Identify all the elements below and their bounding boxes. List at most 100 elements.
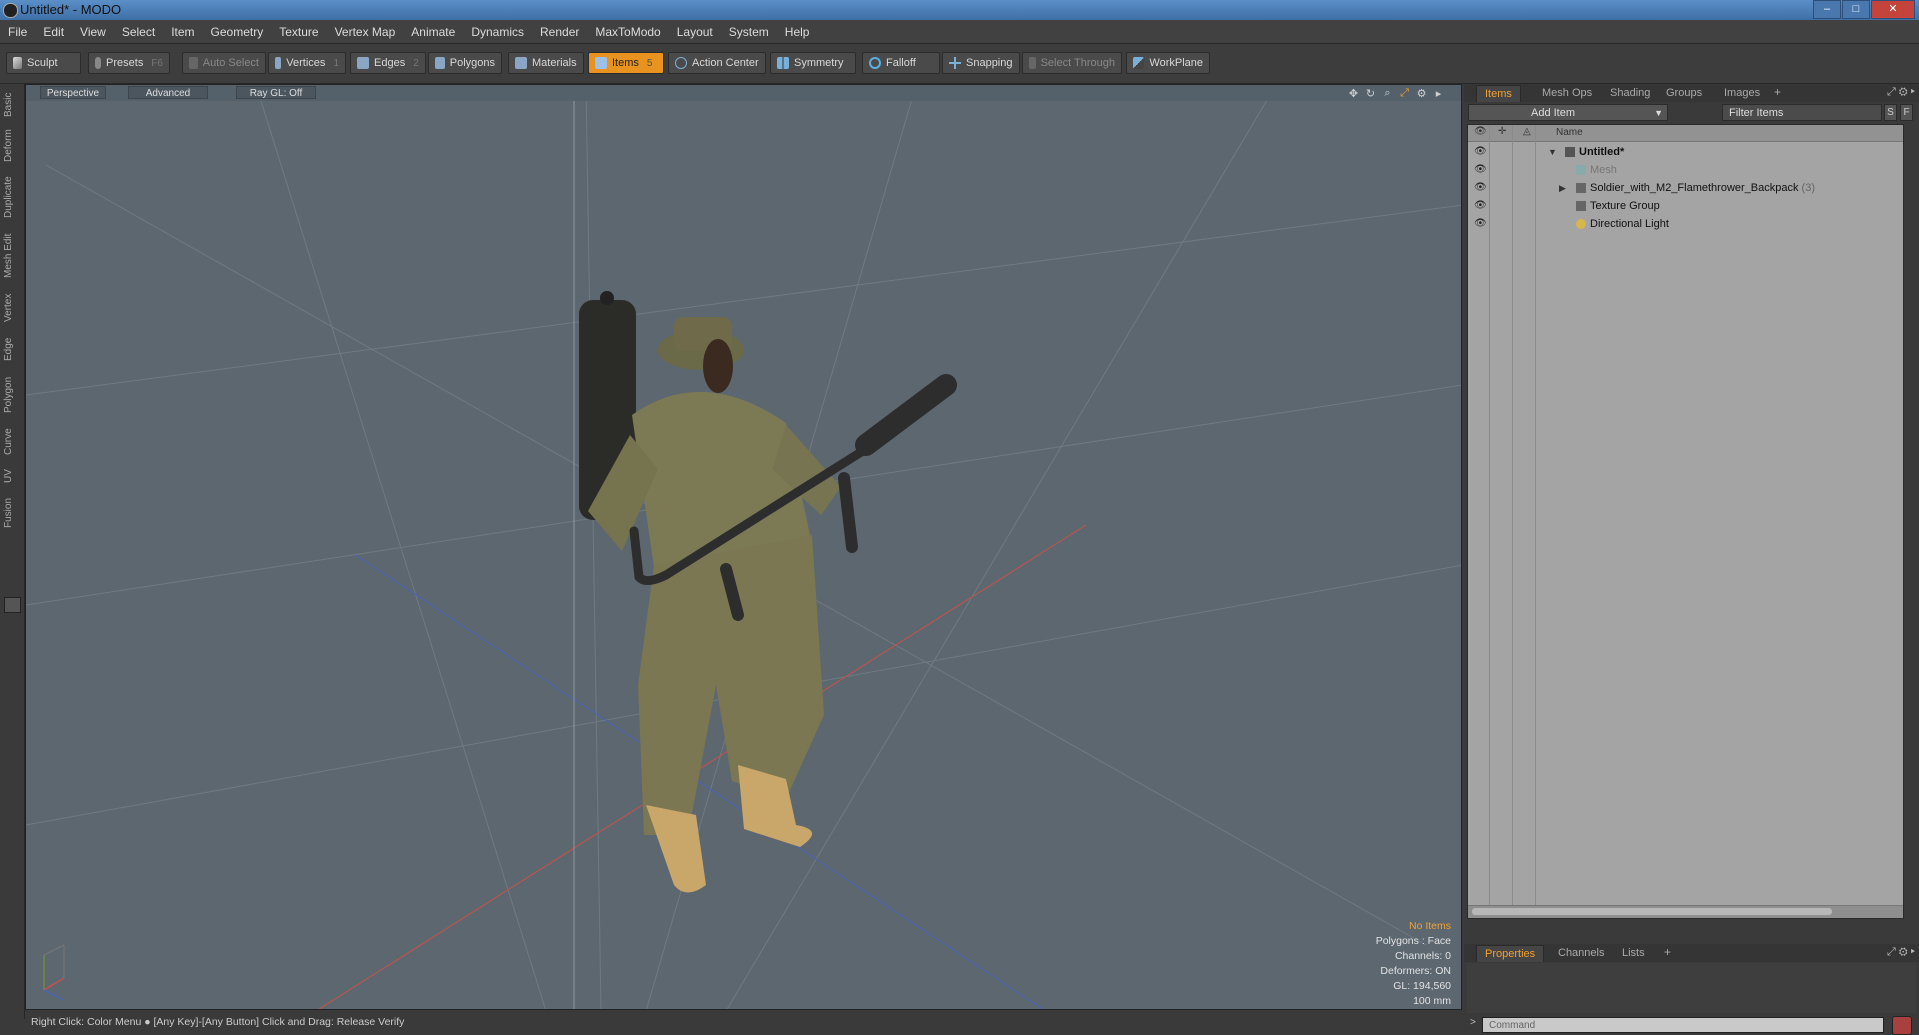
zoom-icon[interactable]: ⌕ (1379, 87, 1396, 100)
select-through-button[interactable]: Select Through (1022, 52, 1122, 74)
menu-system[interactable]: System (721, 25, 777, 39)
filter-items-input[interactable]: Filter Items (1722, 104, 1882, 121)
sculpt-button[interactable]: Sculpt (6, 52, 81, 74)
vertices-button[interactable]: Vertices 1 (268, 52, 346, 74)
viewport-info-overlay: No Items Polygons : Face Channels: 0 Def… (1376, 919, 1451, 1009)
tree-row-texture-group[interactable]: 👁 Texture Group (1468, 197, 1903, 215)
tab-deform[interactable]: Deform (3, 126, 21, 166)
viewport-menu-arrow-icon[interactable]: ▸ (1430, 87, 1447, 100)
tab-duplicate[interactable]: Duplicate (3, 170, 21, 224)
presets-button[interactable]: Presets F6 (88, 52, 170, 74)
tree-row-mesh[interactable]: 👁 Mesh (1468, 161, 1903, 179)
materials-icon (515, 57, 527, 69)
tab-lists[interactable]: Lists (1614, 945, 1653, 961)
falloff-button[interactable]: Falloff (862, 52, 940, 74)
tab-curve[interactable]: Curve (3, 424, 21, 460)
visibility-eye-icon[interactable]: 👁 (1474, 161, 1487, 179)
menu-geometry[interactable]: Geometry (203, 25, 272, 39)
visibility-eye-icon[interactable]: 👁 (1474, 179, 1487, 197)
menu-render[interactable]: Render (532, 25, 587, 39)
minimize-button[interactable]: – (1813, 0, 1841, 19)
filter-f-button[interactable]: F (1900, 104, 1913, 121)
close-button[interactable]: ✕ (1871, 0, 1915, 19)
fit-view-icon[interactable]: ⤢ (1396, 87, 1413, 100)
tool-palette-toggle[interactable] (4, 597, 21, 613)
lock-column-icon[interactable]: ✛ (1498, 126, 1506, 137)
tab-groups[interactable]: Groups (1658, 85, 1710, 101)
tab-properties[interactable]: Properties (1476, 945, 1545, 962)
visibility-eye-icon[interactable]: 👁 (1474, 143, 1487, 161)
visibility-eye-icon[interactable]: 👁 (1474, 215, 1487, 233)
properties-body (1467, 963, 1916, 1013)
tab-polygon[interactable]: Polygon (3, 370, 21, 420)
menu-maxtomodo[interactable]: MaxToModo (587, 25, 668, 39)
command-input[interactable]: Command (1482, 1017, 1884, 1033)
add-tab-icon[interactable]: + (1664, 945, 1671, 959)
soldier-model[interactable] (579, 291, 957, 893)
menu-texture[interactable]: Texture (271, 25, 326, 39)
panel-settings-icon[interactable]: ⤢ ⚙ ▸ (1887, 86, 1915, 99)
tab-vertex[interactable]: Vertex (3, 288, 21, 328)
menu-layout[interactable]: Layout (669, 25, 721, 39)
visibility-eye-icon[interactable]: 👁 (1474, 197, 1487, 215)
visibility-column-eye-icon[interactable]: 👁 (1474, 126, 1487, 137)
menu-file[interactable]: File (0, 25, 35, 39)
tree-horizontal-scrollbar[interactable] (1468, 905, 1903, 918)
expand-arrow-icon[interactable]: ▶ (1559, 179, 1566, 197)
symmetry-icon (777, 57, 789, 69)
filter-s-button[interactable]: S (1884, 104, 1897, 121)
command-execute-button[interactable] (1892, 1016, 1912, 1035)
render-column-icon[interactable]: ◬ (1523, 126, 1531, 137)
action-center-button[interactable]: Action Center (668, 52, 766, 74)
tab-items[interactable]: Items (1476, 85, 1521, 102)
tab-mesh-edit[interactable]: Mesh Edit (3, 228, 21, 284)
items-icon (595, 57, 607, 69)
scrollbar-thumb[interactable] (1472, 908, 1832, 915)
tree-row-soldier-group[interactable]: 👁 ▶ Soldier_with_M2_Flamethrower_Backpac… (1468, 179, 1903, 197)
menu-edit[interactable]: Edit (35, 25, 72, 39)
texture-group-name: Texture Group (1590, 200, 1660, 212)
tab-fusion[interactable]: Fusion (3, 492, 21, 534)
symmetry-button[interactable]: Symmetry (770, 52, 856, 74)
menu-view[interactable]: View (72, 25, 114, 39)
tab-basic[interactable]: Basic (3, 88, 21, 122)
menu-select[interactable]: Select (114, 25, 163, 39)
snapping-button[interactable]: Snapping (942, 52, 1020, 74)
add-item-dropdown[interactable]: Add Item ▼ (1468, 104, 1668, 121)
scene-name: Untitled* (1579, 146, 1625, 158)
3d-viewport[interactable]: Perspective Advanced Ray GL: Off ✥ ↻ ⌕ ⤢… (25, 84, 1462, 1010)
panel-settings-icon[interactable]: ⤢ ⚙ ▸ (1887, 946, 1915, 959)
menu-vertex-map[interactable]: Vertex Map (327, 25, 404, 39)
tab-channels[interactable]: Channels (1550, 945, 1612, 961)
tab-mesh-ops[interactable]: Mesh Ops (1534, 85, 1600, 101)
rotate-icon[interactable]: ↻ (1362, 87, 1379, 100)
menu-animate[interactable]: Animate (403, 25, 463, 39)
menu-item[interactable]: Item (163, 25, 202, 39)
viewport-settings-icon[interactable]: ⚙ (1413, 87, 1430, 100)
command-history-icon[interactable]: > (1470, 1017, 1476, 1028)
raygl-toggle[interactable]: Ray GL: Off (236, 86, 316, 99)
pan-icon[interactable]: ✥ (1345, 87, 1362, 100)
tree-row-directional-light[interactable]: 👁 Directional Light (1468, 215, 1903, 233)
viewport-scene (26, 85, 1461, 1009)
tab-images[interactable]: Images (1716, 85, 1768, 101)
menu-dynamics[interactable]: Dynamics (463, 25, 532, 39)
tab-shading[interactable]: Shading (1602, 85, 1658, 101)
add-tab-icon[interactable]: + (1774, 85, 1781, 99)
edges-button[interactable]: Edges 2 (350, 52, 426, 74)
shading-mode-advanced[interactable]: Advanced (128, 86, 208, 99)
auto-select-button[interactable]: Auto Select (182, 52, 266, 74)
maximize-button[interactable]: □ (1842, 0, 1870, 19)
expand-arrow-icon[interactable]: ▼ (1548, 143, 1557, 161)
name-column-header[interactable]: Name (1556, 127, 1583, 138)
left-tool-tabs: Basic Deform Duplicate Mesh Edit Vertex … (0, 84, 25, 1019)
materials-button[interactable]: Materials (508, 52, 584, 74)
tab-uv[interactable]: UV (3, 464, 21, 488)
workplane-button[interactable]: WorkPlane (1126, 52, 1210, 74)
polygons-button[interactable]: Polygons (428, 52, 502, 74)
tree-row-scene[interactable]: 👁 ▼ Untitled* (1468, 143, 1903, 161)
items-button[interactable]: Items 5 (588, 52, 664, 74)
view-mode-perspective[interactable]: Perspective (40, 86, 106, 99)
menu-help[interactable]: Help (777, 25, 818, 39)
tab-edge[interactable]: Edge (3, 332, 21, 366)
